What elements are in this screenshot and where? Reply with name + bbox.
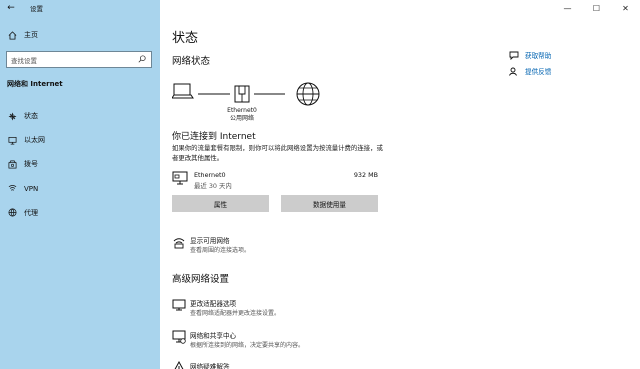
advanced-heading: 高级网络设置 [172, 274, 230, 285]
show-networks-title: 显示可用网络 [190, 237, 230, 245]
get-help-link[interactable]: 获取帮助 [509, 49, 629, 61]
adapter-label: Ethernet0 [227, 107, 257, 114]
feedback-icon [509, 67, 525, 76]
adapter-options-link[interactable]: 更改适配器选项 查看网络适配器并更改连接设置。 [172, 298, 472, 320]
get-help-label: 获取帮助 [525, 52, 552, 60]
troubleshoot-title: 网络疑难解答 [190, 363, 230, 369]
sidebar-item-proxy[interactable]: 代理 [0, 201, 160, 225]
sidebar-item-vpn[interactable]: VPN [0, 177, 160, 201]
network-type-label: 公用网络 [229, 115, 254, 122]
troubleshoot-icon [174, 361, 184, 369]
globe-icon [296, 82, 320, 106]
show-networks-link[interactable]: 显示可用网络 查看周围的连接选项。 [172, 235, 472, 257]
ethernet-icon [0, 128, 24, 152]
adapter-usage: 932 MB [353, 171, 378, 179]
search-placeholder: 查找设置 [11, 56, 37, 65]
ethernet-port-icon [234, 85, 250, 103]
status-icon [0, 104, 24, 128]
adapter-options-icon [172, 299, 186, 311]
sharing-center-title: 网络和共享中心 [190, 332, 237, 340]
show-networks-sub: 查看周围的连接选项。 [190, 247, 251, 254]
sidebar-item-label: 以太网 [24, 136, 45, 145]
sharing-center-link[interactable]: 网络和共享中心 根据所连接到的网络，决定要共享的内容。 [172, 330, 472, 352]
section-title: 网络和 Internet [7, 80, 63, 88]
sidebar-item-status[interactable]: 状态 [0, 104, 160, 128]
sidebar-item-label: 状态 [24, 112, 38, 121]
adapter-name: Ethernet0 [194, 171, 226, 179]
page-title: 状态 [172, 31, 199, 46]
feedback-label: 提供反馈 [525, 68, 552, 76]
adapter-period: 最近 30 天内 [194, 182, 232, 190]
app-title: 设置 [30, 5, 43, 13]
feedback-link[interactable]: 提供反馈 [509, 65, 629, 77]
sidebar: ← 设置 主页 查找设置 网络和 Internet 状态 以太网 拨号 VPN … [0, 0, 160, 369]
ethernet-adapter-icon [172, 171, 188, 185]
chat-bubble-icon [509, 51, 525, 60]
title-bar: ← 设置 [0, 0, 43, 16]
vpn-icon [0, 177, 24, 201]
data-usage-button[interactable]: 数据使用量 [281, 195, 378, 212]
sharing-center-icon [172, 330, 186, 344]
proxy-icon [0, 201, 24, 225]
show-networks-icon [173, 238, 185, 249]
sidebar-item-label: 拨号 [24, 160, 38, 169]
sidebar-item-ethernet[interactable]: 以太网 [0, 128, 160, 152]
network-status-heading: 网络状态 [172, 56, 211, 67]
troubleshoot-link[interactable]: 网络疑难解答 [172, 361, 472, 369]
home-label: 主页 [24, 31, 38, 39]
home-icon [0, 28, 24, 42]
sidebar-item-label: 代理 [24, 208, 38, 217]
adapter-options-title: 更改适配器选项 [190, 300, 237, 308]
network-diagram: Ethernet0 公用网络 [171, 80, 322, 124]
search-input[interactable]: 查找设置 [6, 51, 152, 68]
properties-button[interactable]: 属性 [172, 195, 269, 212]
dialup-icon [0, 152, 24, 176]
adapter-options-sub: 查看网络适配器并更改连接设置。 [190, 310, 281, 317]
back-arrow-icon[interactable]: ← [0, 0, 22, 16]
sidebar-item-home[interactable]: 主页 [0, 28, 160, 42]
sidebar-nav: 状态 以太网 拨号 VPN 代理 [0, 104, 160, 225]
search-icon[interactable] [138, 54, 146, 65]
sidebar-item-label: VPN [24, 184, 39, 193]
connection-title: 你已连接到 Internet [172, 132, 256, 142]
laptop-icon [171, 83, 194, 99]
adapter-row[interactable]: Ethernet0 最近 30 天内 932 MB [172, 169, 380, 191]
sharing-center-sub: 根据所连接到的网络，决定要共享的内容。 [190, 342, 305, 349]
sidebar-item-dialup[interactable]: 拨号 [0, 152, 160, 176]
network-diagram-graphic [171, 82, 320, 106]
connection-description: 如果你的流量套餐有限制，则你可以将此网络设置为按流量计费的连接，或者更改其他属性… [172, 144, 383, 162]
